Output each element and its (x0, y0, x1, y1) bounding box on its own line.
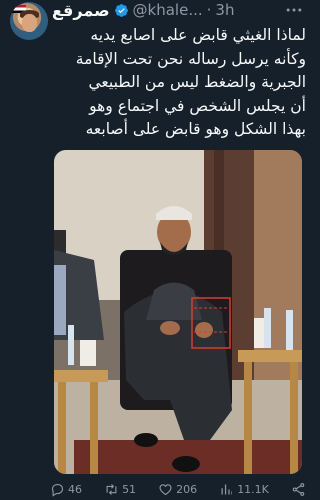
views-count: 11.1K (237, 482, 269, 496)
more-icon[interactable] (284, 0, 304, 20)
reply-icon (51, 483, 64, 497)
verified-icon (114, 3, 128, 17)
photo-illustration (54, 150, 302, 474)
tweet-line: الجبرية والضغط ليس من الطبيعي (88, 73, 307, 91)
action-bar: 46 51 206 11.1K (50, 479, 306, 499)
avatar-face (22, 14, 37, 32)
views-icon (221, 484, 232, 494)
timestamp[interactable]: 3h (215, 1, 234, 19)
tweet-line: وكأنه يرسل رساله نحن تحت الإقامة (75, 49, 306, 68)
retweet-count: 51 (122, 482, 137, 496)
author-row: صمرقع @khale... · 3h (52, 0, 234, 20)
display-name[interactable]: صمرقع (52, 1, 110, 20)
like-button[interactable]: 206 (158, 482, 197, 497)
tweet-line: لماذا الغيثي قابض على اصابع يديه (90, 26, 306, 44)
separator-dot: · (206, 1, 212, 19)
retweet-button[interactable]: 51 (104, 482, 136, 497)
share-button[interactable] (291, 482, 306, 497)
like-icon (159, 483, 172, 495)
tweet-line: أن يجلس الشخص في اجتماع وهو (89, 96, 306, 115)
retweet-icon (106, 483, 117, 495)
share-icon (292, 482, 305, 496)
tweet-text: لماذا الغيثي قابض على اصابع يديه وكأنه ي… (52, 24, 306, 142)
like-count: 206 (176, 482, 198, 496)
handle[interactable]: @khale... (133, 1, 203, 19)
reply-count: 46 (68, 482, 82, 496)
views-button[interactable]: 11.1K (219, 482, 269, 497)
reply-button[interactable]: 46 (50, 482, 82, 497)
tweet[interactable]: صمرقع @khale... · 3h لماذا الغيثي قابض ع… (0, 0, 310, 500)
tweet-photo[interactable] (54, 150, 302, 474)
tweet-line: بهذا الشكل وهو قابض على أصابعه (85, 120, 306, 138)
avatar[interactable] (10, 2, 48, 40)
